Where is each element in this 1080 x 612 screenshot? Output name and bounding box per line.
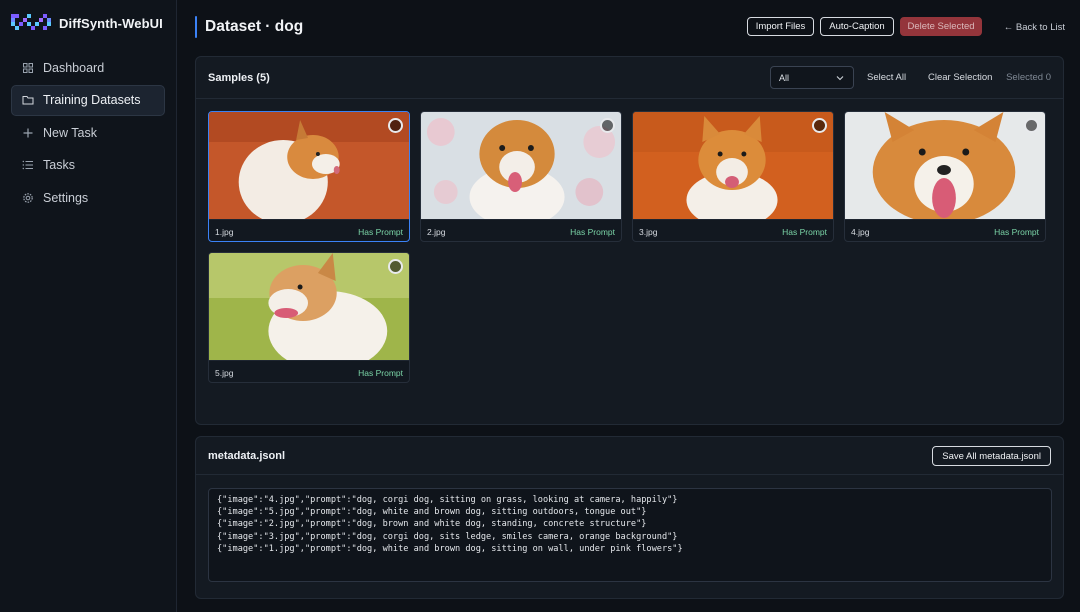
- delete-selected-button[interactable]: Delete Selected: [900, 17, 982, 36]
- sample-footer: 4.jpg Has Prompt: [845, 219, 1045, 241]
- sample-card[interactable]: 1.jpg Has Prompt: [208, 111, 410, 242]
- app-logo-icon: [11, 14, 51, 30]
- sidebar-item-new-task[interactable]: New Task: [11, 117, 165, 148]
- sample-filename: 4.jpg: [851, 227, 870, 237]
- sample-filename: 5.jpg: [215, 368, 234, 378]
- sample-select-radio[interactable]: [600, 118, 615, 133]
- metadata-editor[interactable]: {"image":"4.jpg","prompt":"dog, corgi do…: [208, 488, 1052, 582]
- sample-status-badge: Has Prompt: [994, 227, 1039, 237]
- samples-title: Samples (5): [208, 72, 270, 84]
- sample-filename: 3.jpg: [639, 227, 658, 237]
- list-icon: [22, 159, 34, 171]
- app-name: DiffSynth-WebUI: [59, 15, 163, 31]
- sample-card[interactable]: 5.jpg Has Prompt: [208, 252, 410, 383]
- filter-value: All: [779, 72, 790, 83]
- sample-footer: 1.jpg Has Prompt: [209, 219, 409, 241]
- sample-thumbnail[interactable]: [845, 112, 1045, 219]
- save-metadata-button[interactable]: Save All metadata.jsonl: [932, 446, 1051, 466]
- sidebar: DiffSynth-WebUI Dashboard Training Datas…: [0, 0, 177, 612]
- samples-toolbar: Samples (5) All Select All Clear Selecti…: [196, 57, 1063, 99]
- sample-thumbnail[interactable]: [209, 112, 409, 219]
- sample-card[interactable]: 2.jpg Has Prompt: [420, 111, 622, 242]
- grid-icon: [22, 62, 34, 74]
- sidebar-item-tasks[interactable]: Tasks: [11, 150, 165, 181]
- sample-thumbnail[interactable]: [209, 253, 409, 360]
- page-header: Dataset · dog Import Files Auto-Caption …: [195, 16, 1065, 38]
- sample-select-radio[interactable]: [388, 118, 403, 133]
- sample-card[interactable]: 3.jpg Has Prompt: [632, 111, 834, 242]
- sidebar-item-label: Dashboard: [43, 60, 105, 75]
- filter-select[interactable]: All: [770, 66, 854, 89]
- gear-icon: [22, 192, 34, 204]
- sidebar-item-dashboard[interactable]: Dashboard: [11, 52, 165, 83]
- sidebar-item-label: Settings: [43, 190, 89, 205]
- sample-thumbnail[interactable]: [421, 112, 621, 219]
- sample-footer: 3.jpg Has Prompt: [633, 219, 833, 241]
- sample-card[interactable]: 4.jpg Has Prompt: [844, 111, 1046, 242]
- brand[interactable]: DiffSynth-WebUI: [11, 12, 163, 34]
- sample-filename: 1.jpg: [215, 227, 234, 237]
- back-to-list-link[interactable]: ← Back to List: [1004, 22, 1065, 33]
- sample-status-badge: Has Prompt: [358, 227, 403, 237]
- sidebar-item-training-datasets[interactable]: Training Datasets: [11, 84, 165, 116]
- samples-panel: Samples (5) All Select All Clear Selecti…: [195, 56, 1064, 425]
- folder-icon: [22, 94, 34, 106]
- clear-selection-button[interactable]: Clear Selection: [928, 72, 992, 83]
- metadata-title: metadata.jsonl: [208, 450, 286, 462]
- page-title: Dataset · dog: [205, 18, 304, 35]
- import-files-button[interactable]: Import Files: [747, 17, 814, 36]
- title-accent-bar: [195, 16, 197, 38]
- sample-select-radio[interactable]: [1024, 118, 1039, 133]
- sidebar-item-settings[interactable]: Settings: [11, 182, 165, 213]
- metadata-toolbar: metadata.jsonl Save All metadata.jsonl: [196, 437, 1063, 475]
- select-all-button[interactable]: Select All: [867, 72, 906, 83]
- sample-select-radio[interactable]: [812, 118, 827, 133]
- chevron-down-icon: [836, 76, 844, 81]
- sidebar-item-label: New Task: [43, 125, 97, 140]
- sample-status-badge: Has Prompt: [570, 227, 615, 237]
- sample-status-badge: Has Prompt: [782, 227, 827, 237]
- sample-footer: 2.jpg Has Prompt: [421, 219, 621, 241]
- sample-status-badge: Has Prompt: [358, 368, 403, 378]
- sample-footer: 5.jpg Has Prompt: [209, 360, 409, 382]
- auto-caption-button[interactable]: Auto-Caption: [820, 17, 894, 36]
- sidebar-item-label: Tasks: [43, 158, 75, 172]
- plus-icon: [22, 127, 34, 139]
- selected-count: Selected 0: [1006, 72, 1051, 83]
- sample-filename: 2.jpg: [427, 227, 446, 237]
- sidebar-nav: Dashboard Training Datasets New Task Tas…: [11, 52, 165, 215]
- sample-thumbnail[interactable]: [633, 112, 833, 219]
- sidebar-item-label: Training Datasets: [43, 93, 141, 107]
- metadata-panel: metadata.jsonl Save All metadata.jsonl {…: [195, 436, 1064, 599]
- sample-select-radio[interactable]: [388, 259, 403, 274]
